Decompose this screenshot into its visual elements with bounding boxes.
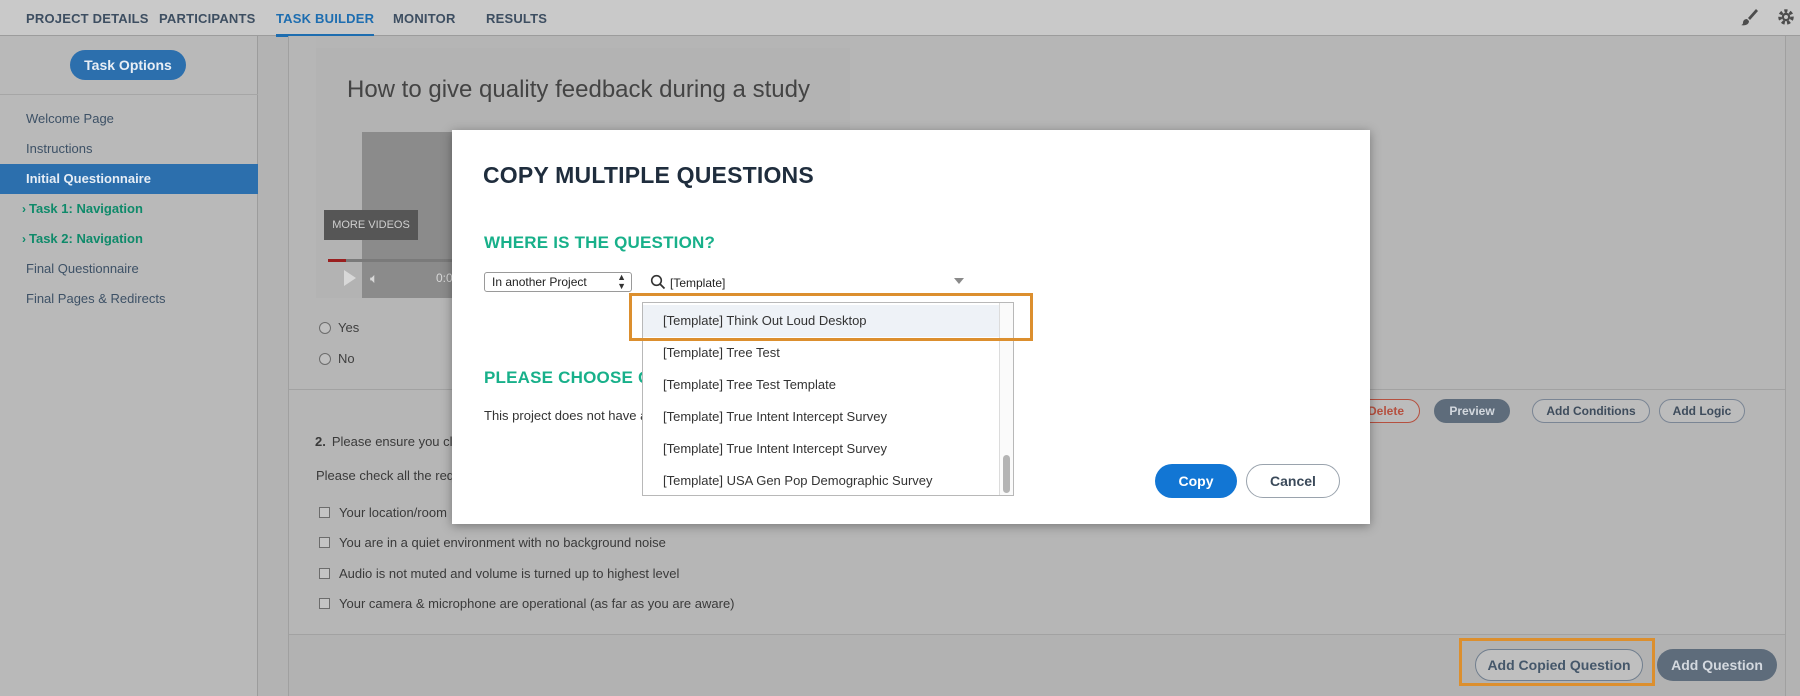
- radio-option-yes[interactable]: Yes: [319, 320, 359, 335]
- dropdown-option[interactable]: [Template] Tree Test Template: [643, 369, 999, 401]
- checkbox-label: You are in a quiet environment with no b…: [339, 535, 666, 550]
- radio-label: No: [338, 351, 355, 366]
- tab-monitor[interactable]: MONITOR: [393, 11, 456, 26]
- tab-task-builder[interactable]: TASK BUILDER: [276, 11, 375, 37]
- radio-button[interactable]: [319, 322, 331, 334]
- modal-title: COPY MULTIPLE QUESTIONS: [483, 162, 814, 188]
- volume-icon[interactable]: 🔈︎: [370, 270, 378, 287]
- select-arrows-icon: ▲ ▼: [617, 272, 626, 291]
- sidebar-divider: [0, 94, 258, 95]
- add-question-button[interactable]: Add Question: [1657, 649, 1777, 681]
- scrollbar-thumb[interactable]: [1003, 455, 1010, 493]
- gear-icon[interactable]: [1776, 7, 1796, 27]
- preview-button[interactable]: Preview: [1434, 399, 1510, 423]
- checkbox-quiet[interactable]: You are in a quiet environment with no b…: [319, 535, 666, 550]
- paint-brush-icon[interactable]: [1739, 7, 1759, 27]
- sidebar-item-task-1[interactable]: › Task 1: Navigation: [0, 194, 258, 224]
- chevron-right-icon: ›: [22, 232, 26, 246]
- sidebar-item-final-questionnaire[interactable]: Final Questionnaire: [0, 254, 258, 284]
- search-icon: [650, 274, 666, 290]
- tab-results[interactable]: RESULTS: [486, 11, 547, 26]
- search-input[interactable]: [670, 273, 940, 293]
- chevron-right-icon: ›: [22, 202, 26, 216]
- play-icon[interactable]: [344, 270, 356, 286]
- dropdown-option[interactable]: [Template] True Intent Intercept Survey: [643, 401, 999, 433]
- checkbox[interactable]: [319, 598, 330, 609]
- checkbox-label: Your location/room: [339, 505, 447, 520]
- checkbox-audio[interactable]: Audio is not muted and volume is turned …: [319, 566, 679, 581]
- dropdown-option[interactable]: [Template] True Intent Intercept Survey: [643, 433, 999, 465]
- question-2-subtext: Please check all the requ: [316, 468, 462, 483]
- project-search[interactable]: [648, 272, 964, 294]
- checkbox[interactable]: [319, 568, 330, 579]
- checkbox[interactable]: [319, 507, 330, 518]
- radio-option-no[interactable]: No: [319, 351, 355, 366]
- checkbox-location[interactable]: Your location/room: [319, 505, 447, 520]
- dropdown-option[interactable]: [Template] Tree Test: [643, 337, 999, 369]
- cancel-button[interactable]: Cancel: [1246, 464, 1340, 498]
- copy-button[interactable]: Copy: [1155, 464, 1237, 498]
- question-number: 2.: [315, 434, 326, 449]
- tab-project-details[interactable]: PROJECT DETAILS: [26, 11, 149, 26]
- sidebar-item-welcome-page[interactable]: Welcome Page: [0, 104, 258, 134]
- video-progress[interactable]: [328, 259, 346, 262]
- checkbox-label: Audio is not muted and volume is turned …: [339, 566, 680, 581]
- checkbox[interactable]: [319, 537, 330, 548]
- source-select[interactable]: In another Project ▲ ▼: [484, 272, 632, 292]
- choose-heading: PLEASE CHOOSE QU: [484, 368, 664, 387]
- sidebar-item-final-pages[interactable]: Final Pages & Redirects: [0, 284, 258, 314]
- checkbox-label: Your camera & microphone are operational…: [339, 596, 735, 611]
- where-heading: WHERE IS THE QUESTION?: [484, 233, 716, 252]
- tab-participants[interactable]: PARTICIPANTS: [159, 11, 256, 26]
- radio-button[interactable]: [319, 353, 331, 365]
- more-videos-button[interactable]: MORE VIDEOS: [324, 210, 418, 240]
- highlight-box: [1459, 638, 1655, 686]
- checkbox-camera[interactable]: Your camera & microphone are operational…: [319, 596, 735, 611]
- radio-label: Yes: [338, 320, 360, 335]
- chevron-down-icon[interactable]: [954, 278, 964, 284]
- highlight-box: [629, 293, 1033, 341]
- video-title: How to give quality feedback during a st…: [347, 76, 810, 103]
- dropdown-option[interactable]: [Template] USA Gen Pop Demographic Surve…: [643, 465, 999, 495]
- add-conditions-button[interactable]: Add Conditions: [1532, 399, 1650, 423]
- add-logic-button[interactable]: Add Logic: [1659, 399, 1745, 423]
- sidebar-item-label: Task 2: Navigation: [29, 231, 143, 246]
- sidebar-item-instructions[interactable]: Instructions: [0, 134, 258, 164]
- sidebar-item-initial-questionnaire[interactable]: Initial Questionnaire: [0, 164, 258, 194]
- video-logo-band: [316, 36, 850, 48]
- task-options-button[interactable]: Task Options: [70, 50, 186, 80]
- sidebar: Task Options Welcome Page Instructions I…: [0, 36, 258, 696]
- sidebar-item-label: Task 1: Navigation: [29, 201, 143, 216]
- no-questions-note: This project does not have a: [484, 408, 648, 423]
- top-navigation: PROJECT DETAILS PARTICIPANTS TASK BUILDE…: [0, 0, 1800, 37]
- sidebar-item-task-2[interactable]: › Task 2: Navigation: [0, 224, 258, 254]
- source-select-value: In another Project: [492, 275, 587, 289]
